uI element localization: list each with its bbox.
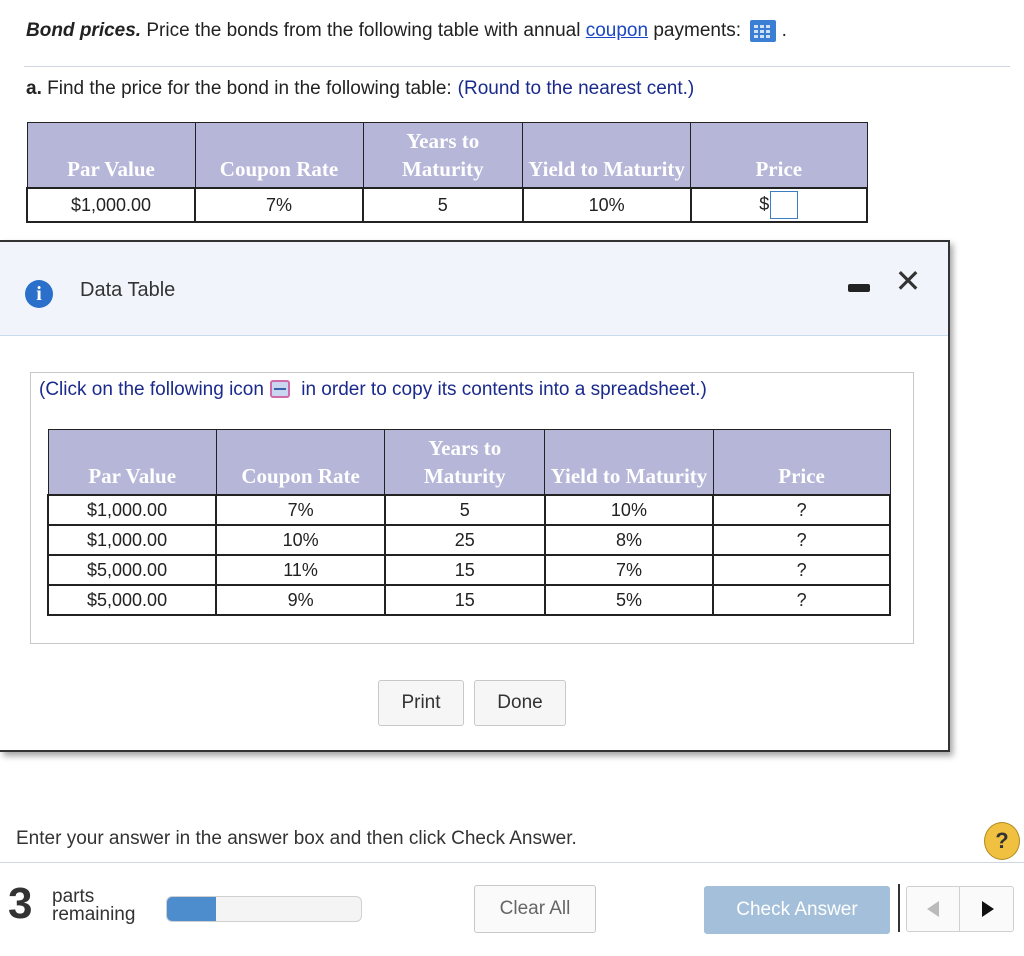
close-icon[interactable]: ✕ — [894, 265, 922, 297]
yield-cell: 7% — [543, 554, 715, 586]
header-price: Price — [712, 429, 891, 496]
copy-note-text: (Click on the following icon — [39, 379, 264, 400]
question-text-after: payments: — [648, 20, 742, 42]
coupon-rate-cell: 10% — [215, 524, 386, 556]
bond-question-table: Par Value Coupon Rate Years to Maturity … — [26, 122, 869, 223]
copy-to-spreadsheet-icon[interactable] — [269, 379, 290, 398]
separator — [898, 884, 900, 932]
coupon-link[interactable]: coupon — [586, 20, 648, 41]
question-text: Price the bonds from the following table… — [141, 20, 586, 42]
price-cell: ? — [712, 524, 891, 556]
parts-remaining-label: parts remaining — [52, 887, 136, 925]
question-title: Bond prices. Price the bonds from the fo… — [26, 20, 787, 42]
header-yield-to-maturity: Yield to Maturity — [544, 429, 714, 496]
question-navigation — [906, 886, 1014, 932]
header-coupon-rate: Coupon Rate — [215, 429, 386, 496]
years-cell: 5 — [383, 494, 546, 526]
info-icon: i — [25, 280, 53, 308]
dialog-header: i Data Table ✕ — [0, 242, 948, 336]
par-value-cell: $5,000.00 — [46, 554, 218, 586]
years-cell: 15 — [383, 584, 546, 616]
table-row: $5,000.00 11% 15 7% ? — [46, 554, 891, 586]
next-arrow-icon[interactable] — [960, 887, 1013, 931]
header-par-value: Par Value — [47, 429, 217, 496]
par-value-cell: $5,000.00 — [46, 584, 218, 616]
yield-cell: 8% — [543, 524, 715, 556]
par-value-cell: $1,000.00 — [26, 187, 196, 223]
coupon-rate-cell: 7% — [194, 187, 364, 223]
progress-fill — [167, 897, 216, 921]
header-years-to-maturity: Years to Maturity — [362, 122, 524, 189]
par-value-cell: $1,000.00 — [46, 524, 218, 556]
part-label: a. — [26, 78, 42, 99]
header-yield-to-maturity: Yield to Maturity — [522, 122, 692, 189]
price-cell: ? — [712, 584, 891, 616]
price-answer-input[interactable] — [770, 191, 799, 219]
price-cell: ? — [712, 494, 891, 526]
table-row: $1,000.00 7% 5 10% ? — [46, 494, 891, 526]
check-answer-button[interactable]: Check Answer — [704, 886, 890, 934]
header-coupon-rate: Coupon Rate — [194, 122, 364, 189]
dollar-sign: $ — [759, 193, 770, 214]
question-period: . — [781, 20, 787, 42]
header-years-to-maturity: Years to Maturity — [384, 429, 546, 496]
header-price: Price — [690, 122, 868, 189]
rounding-hint: (Round to the nearest cent.) — [457, 78, 695, 99]
yield-cell: 5% — [543, 584, 715, 616]
dialog-content: (Click on the following icon in order to… — [30, 372, 914, 644]
instruction-text: Enter your answer in the answer box and … — [16, 828, 577, 849]
dialog-title: Data Table — [80, 279, 176, 301]
print-button[interactable]: Print — [378, 680, 464, 726]
remaining-label: remaining — [52, 904, 136, 925]
table-row: $1,000.00 10% 25 8% ? — [46, 524, 891, 556]
years-cell: 25 — [383, 524, 546, 556]
coupon-rate-cell: 9% — [215, 584, 386, 616]
copy-note: (Click on the following icon in order to… — [39, 379, 707, 401]
data-table: Par Value Coupon Rate Years to Maturity … — [46, 429, 891, 616]
price-cell: ? — [712, 554, 891, 586]
price-cell: $ — [689, 187, 869, 223]
progress-bar — [166, 896, 362, 922]
divider — [0, 862, 1024, 863]
parts-count: 3 — [8, 879, 33, 928]
part-text: Find the price for the bond in the follo… — [41, 78, 452, 99]
header-par-value: Par Value — [26, 122, 196, 189]
coupon-rate-cell: 7% — [215, 494, 386, 526]
question-title-bold: Bond prices. — [26, 20, 142, 42]
done-button[interactable]: Done — [474, 680, 566, 726]
data-table-dialog: i Data Table ✕ (Click on the following i… — [0, 240, 950, 752]
data-table-grid-icon[interactable] — [750, 20, 777, 42]
previous-arrow-icon[interactable] — [907, 887, 960, 931]
part-a-prompt: a. Find the price for the bond in the fo… — [26, 78, 694, 100]
yield-cell: 10% — [543, 494, 715, 526]
clear-all-button[interactable]: Clear All — [474, 885, 596, 933]
copy-note-text-after: in order to copy its contents into a spr… — [295, 379, 707, 400]
help-icon[interactable]: ? — [984, 822, 1020, 860]
coupon-rate-cell: 11% — [215, 554, 386, 586]
years-cell: 5 — [362, 187, 524, 223]
par-value-cell: $1,000.00 — [46, 494, 218, 526]
table-row: $5,000.00 9% 15 5% ? — [46, 584, 891, 616]
years-cell: 15 — [383, 554, 546, 586]
divider — [24, 66, 1010, 67]
minimize-button[interactable] — [848, 284, 870, 292]
yield-cell: 10% — [521, 187, 692, 223]
table-row: $1,000.00 7% 5 10% $ — [26, 187, 869, 223]
